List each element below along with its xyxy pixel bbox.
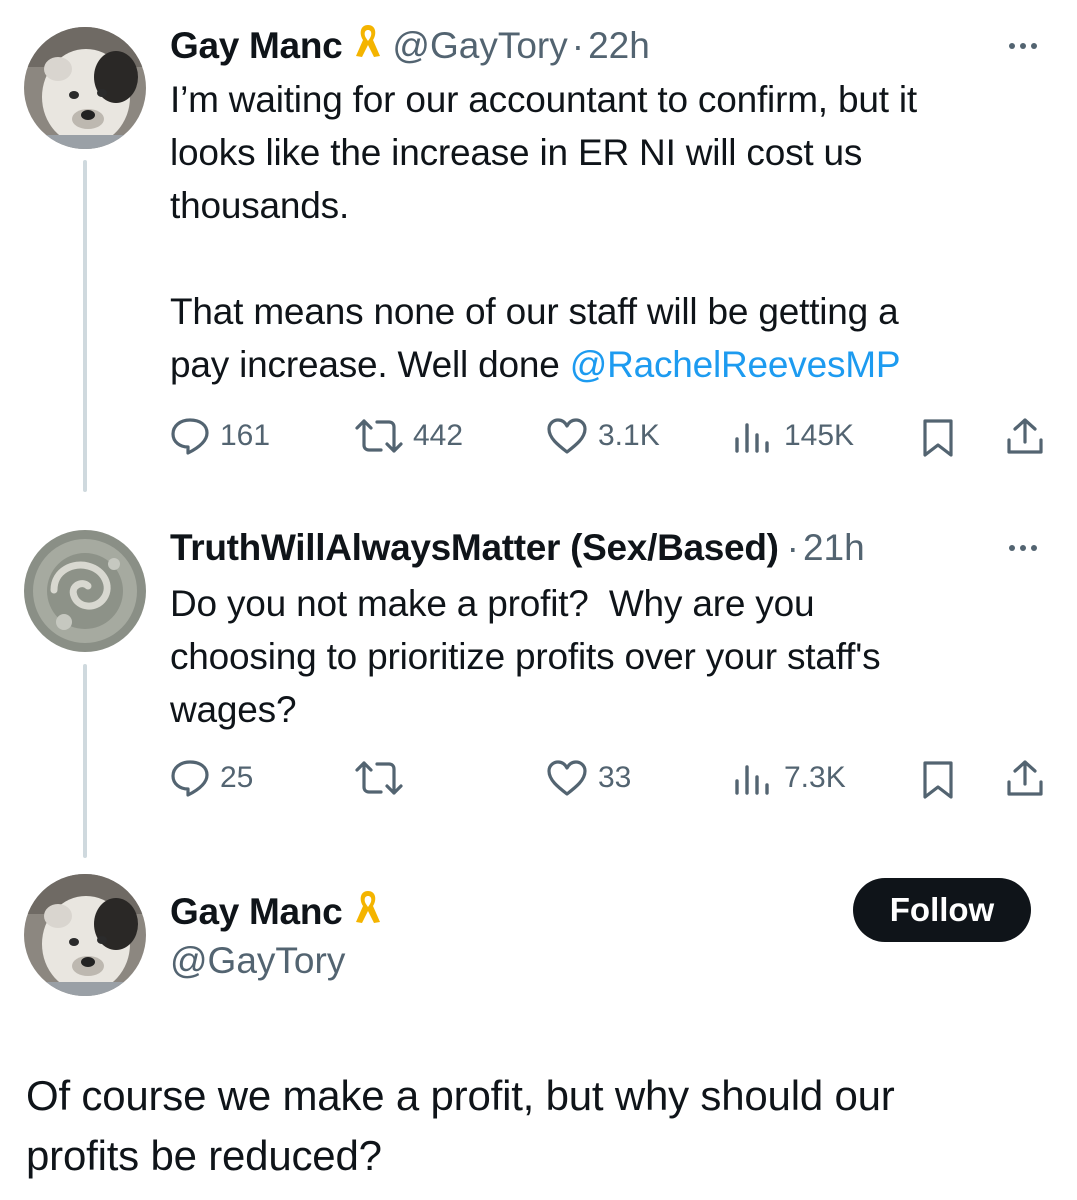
tweet-text-segment: pay increase. Well done [170,344,570,385]
tweet-time[interactable]: 22h [588,24,650,68]
tweet2-header: TruthWillAlwaysMatter (Sex/Based) · 21h [170,526,865,570]
mention-link[interactable]: @RachelReevesMP [570,344,901,385]
tweet-time[interactable]: 21h [803,526,865,570]
tweet-text-line: Of course we make a profit, but why shou… [26,1072,895,1119]
reply-icon [171,760,209,797]
avatar-truthwillalwaysmatter[interactable] [24,530,146,652]
repost-icon [355,419,403,453]
like-button[interactable]: 3.1K [546,417,660,455]
main-tweet-name-row: Gay Manc [170,888,392,936]
tweet-text-line: That means none of our staff will be get… [170,291,899,332]
like-button[interactable]: 33 [546,759,631,797]
display-name[interactable]: TruthWillAlwaysMatter (Sex/Based) [170,526,779,570]
main-tweet-handle[interactable]: @GayTory [170,939,345,983]
follow-button[interactable]: Follow [853,878,1031,942]
reply-count: 25 [220,761,254,794]
avatar-gay-manc[interactable] [24,874,146,996]
tweet-text-line: thousands. [170,185,350,226]
more-options-icon[interactable] [1009,545,1037,551]
tweet-text-line: choosing to prioritize profits over your… [170,636,881,677]
separator-dot: · [786,527,799,568]
reply-icon [171,418,209,455]
views-button[interactable]: 145K [732,417,854,455]
user-handle[interactable]: @GayTory [392,24,567,68]
views-count: 145K [784,419,855,452]
more-options-icon[interactable] [1009,43,1037,49]
thread-connector-line [83,664,87,858]
bookmark-icon[interactable] [920,760,956,805]
thread-connector-line [83,160,87,492]
tweet-text-line: I’m waiting for our accountant to confir… [170,79,917,120]
tweet-text-line: Do you not make a profit? Why are you [170,583,815,624]
main-tweet-text: Of course we make a profit, but why shou… [26,1066,1056,1186]
tweet-text-line: wages? [170,689,297,730]
heart-icon [547,418,587,454]
tweet-text-line: profits be reduced? [26,1132,382,1179]
like-count: 33 [598,761,632,794]
tweet-text-line: looks like the increase in ER NI will co… [170,132,863,173]
tweet2-text: Do you not make a profit? Why are you ch… [170,577,1050,736]
views-icon [735,765,769,795]
yellow-ribbon-icon [354,22,382,70]
share-icon[interactable] [1005,758,1045,805]
reply-button[interactable]: 161 [170,417,270,455]
display-name[interactable]: Gay Manc [170,24,343,68]
reply-count: 161 [220,419,271,452]
tweet1-header: Gay Manc @GayTory · 22h [170,22,650,70]
views-count: 7.3K [784,761,846,794]
views-icon [735,423,769,453]
repost-count: 442 [413,419,464,452]
bookmark-icon[interactable] [920,418,956,463]
separator-dot: · [571,25,585,66]
repost-icon [355,761,403,795]
display-name[interactable]: Gay Manc [170,890,343,934]
share-icon[interactable] [1005,416,1045,463]
reply-button[interactable]: 25 [170,759,253,797]
bulldog-avatar-image [24,874,146,996]
like-count: 3.1K [598,419,660,452]
heart-icon [547,760,587,796]
yellow-ribbon-icon [354,888,382,936]
stone-avatar-image [24,530,146,652]
repost-button[interactable] [355,759,403,797]
tweet-text-line: pay increase. Well done @RachelReevesMP [170,338,1050,391]
repost-button[interactable]: 442 [355,417,463,455]
tweet1-text: I’m waiting for our accountant to confir… [170,73,1050,391]
avatar-gay-manc[interactable] [24,27,146,149]
bulldog-avatar-image [24,27,146,149]
views-button[interactable]: 7.3K [732,759,846,797]
